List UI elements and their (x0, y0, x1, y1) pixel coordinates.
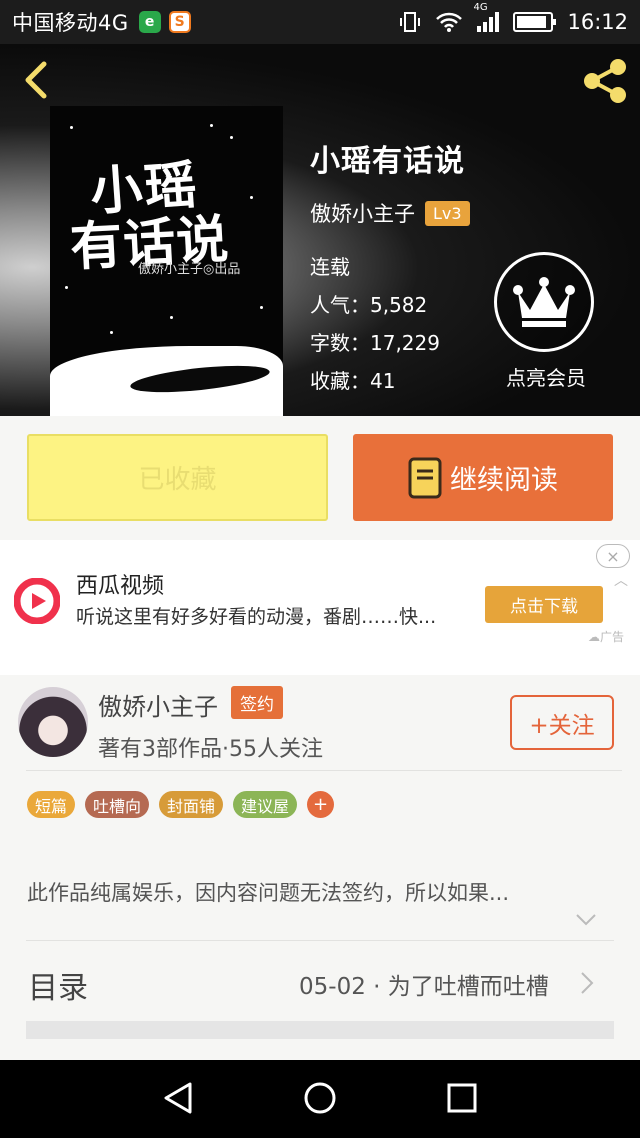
book-word-count: 字数：17,229 (310, 331, 440, 355)
ad-download-button[interactable]: 点击下载 (485, 586, 603, 623)
tag-chip[interactable]: 封面铺 (159, 791, 224, 818)
clock: 16:12 (567, 10, 628, 34)
chevron-down-icon[interactable] (576, 913, 596, 927)
book-author[interactable]: 傲娇小主子 (310, 198, 415, 228)
status-bar: 中国移动4G e S 4G 16:12 (0, 0, 640, 44)
author-name[interactable]: 傲娇小主子 (98, 687, 218, 722)
ad-description: 听说这里有好多好看的动漫，番剧……快... (76, 606, 437, 628)
vip-crown-button[interactable] (494, 252, 594, 352)
ad-close-button[interactable]: × (596, 544, 630, 568)
section-separator (26, 1021, 614, 1039)
book-title: 小瑶有话说 (310, 144, 465, 179)
vibrate-icon (400, 12, 421, 32)
divider (26, 940, 614, 941)
favorited-button[interactable]: 已收藏 (27, 434, 328, 521)
continue-reading-label: 继续阅读 (450, 465, 558, 496)
author-works-info: 著有3部作品·55人关注 (98, 737, 323, 762)
book-info: 小瑶有话说 傲娇小主子 Lv3 连载 人气：5,582 字数：17,229 收藏… (310, 136, 470, 400)
vip-label[interactable]: 点亮会员 (496, 362, 596, 391)
toc-latest-chapter[interactable]: 05-02 · 为了吐槽而吐槽 (299, 967, 549, 1001)
toc-label[interactable]: 目录 (28, 963, 88, 1007)
cover-credit: 傲娇小主子◎出品 (138, 262, 241, 277)
book-summary[interactable]: 此作品纯属娱乐，因内容问题无法签约，所以如果... (27, 877, 509, 907)
home-circle-icon[interactable] (300, 1078, 340, 1118)
app-notification-icon: e (138, 11, 161, 33)
cell-signal-icon: 4G (473, 2, 500, 32)
action-bar: 已收藏 继续阅读 (0, 416, 640, 540)
add-tag-button[interactable]: + (307, 791, 335, 818)
divider (26, 770, 622, 771)
system-nav-bar (0, 1060, 640, 1138)
follow-button[interactable]: +关注 (510, 695, 614, 750)
network-type-label: 4G (473, 2, 488, 13)
carrier-label: 中国移动4G (12, 11, 129, 35)
battery-icon (513, 12, 557, 32)
back-arrow-icon[interactable] (16, 58, 56, 102)
continue-reading-button[interactable]: 继续阅读 (353, 434, 613, 521)
book-header: 小瑶 有话说 傲娇小主子◎出品 小瑶有话说 傲娇小主子 Lv3 连载 人气：5,… (0, 44, 640, 416)
crown-icon (513, 277, 575, 327)
tag-chip[interactable]: 建议屋 (233, 791, 298, 818)
tag-chip[interactable]: 短篇 (27, 791, 76, 818)
tag-list: 短篇 吐槽向 封面铺 建议屋 + (27, 791, 335, 818)
book-favorites: 收藏：41 (310, 369, 396, 393)
signed-badge: 签约 (231, 686, 283, 719)
share-icon[interactable] (578, 54, 632, 108)
wifi-icon (436, 12, 463, 32)
back-triangle-icon[interactable] (158, 1078, 198, 1118)
chevron-right-icon[interactable] (580, 971, 594, 995)
author-avatar[interactable] (18, 687, 88, 757)
ad-banner[interactable]: 西瓜视频 听说这里有好多好看的动漫，番剧……快... 点击下载 × ︿ ☁广告 (0, 540, 640, 675)
book-icon (408, 457, 442, 498)
level-badge: Lv3 (425, 200, 470, 226)
ad-collapse-icon[interactable]: ︿ (614, 570, 628, 590)
app-notification-icon: S (168, 11, 191, 33)
book-cover: 小瑶 有话说 傲娇小主子◎出品 (50, 106, 283, 416)
book-status: 连载 (310, 255, 350, 279)
tag-chip[interactable]: 吐槽向 (85, 791, 150, 818)
ad-title: 西瓜视频 (76, 574, 165, 599)
ad-marker: ☁广告 (588, 630, 625, 644)
author-section: 傲娇小主子 签约 著有3部作品·55人关注 +关注 短篇 吐槽向 封面铺 建议屋… (0, 675, 640, 1060)
book-popularity: 人气：5,582 (310, 293, 428, 317)
ad-marker-label: 广告 (600, 630, 625, 644)
xigua-logo-icon (14, 578, 60, 624)
recents-square-icon[interactable] (442, 1078, 482, 1118)
